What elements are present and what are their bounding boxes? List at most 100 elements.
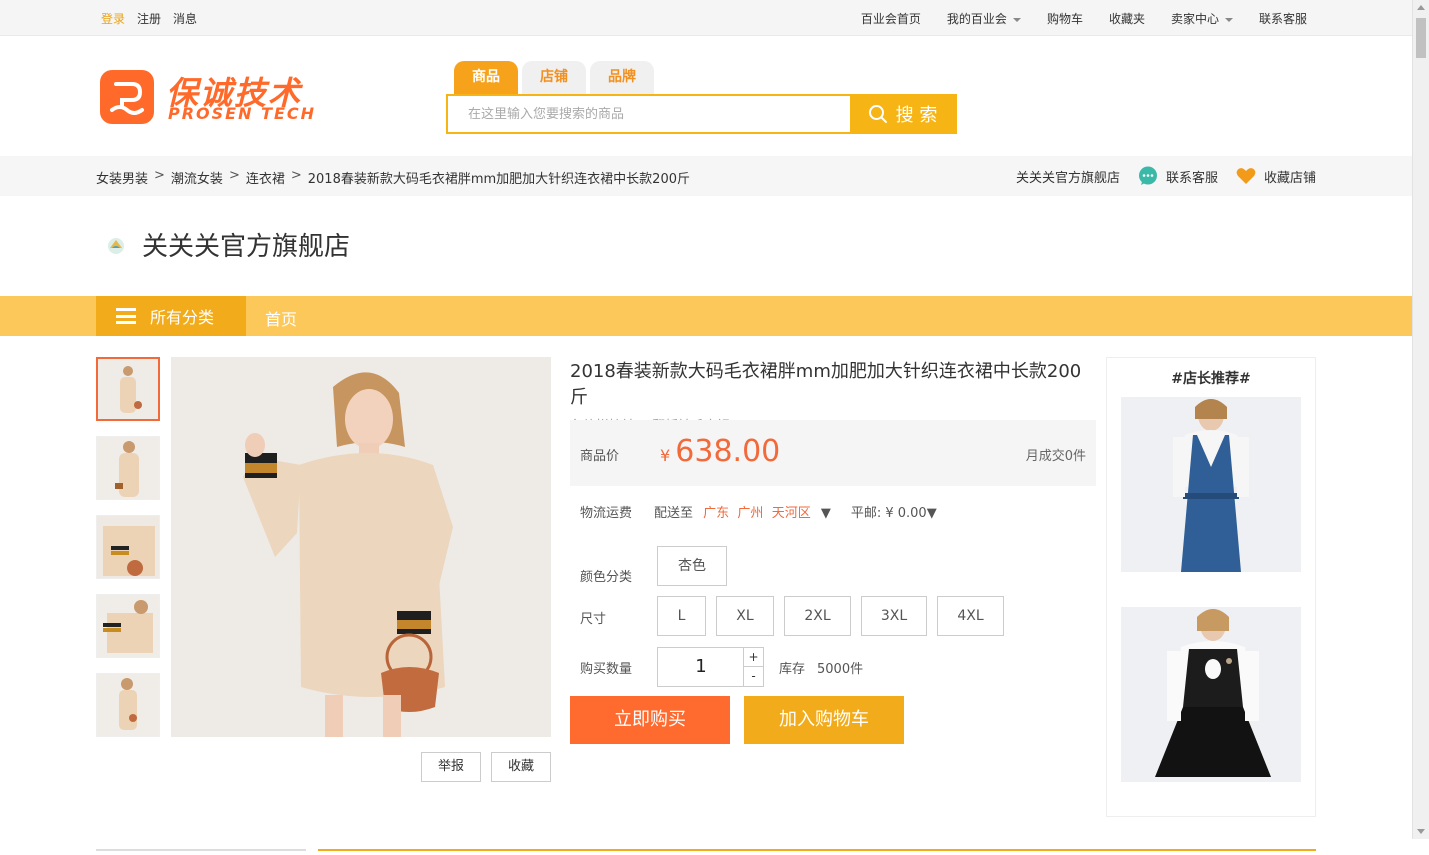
product-info: 2018春装新款大码毛衣裙胖mm加肥加大针织连衣裙中长款200斤 条纹拼接袖口 …	[570, 357, 1096, 744]
site-logo[interactable]: 保诚技术 PROSEN TECH	[100, 70, 320, 126]
price-label: 商品价	[580, 449, 620, 464]
favorites-link[interactable]: 收藏夹	[1109, 10, 1145, 27]
shipping-label: 物流运费	[580, 506, 633, 521]
scrollbar-thumb[interactable]	[1416, 18, 1426, 58]
product-thumbnail[interactable]	[96, 594, 160, 658]
cart-link[interactable]: 购物车	[1047, 10, 1083, 27]
add-to-cart-button[interactable]: 加入购物车	[744, 696, 904, 744]
chat-bubble-icon	[1138, 166, 1157, 185]
breadcrumb-item[interactable]: 潮流女装	[171, 168, 223, 187]
report-button[interactable]: 举报	[421, 752, 481, 782]
postage-selector[interactable]: 平邮: ¥ 0.00▼	[851, 502, 937, 521]
size-option[interactable]: L	[657, 596, 706, 636]
ship-to-label: 配送至	[654, 506, 694, 521]
contact-service-label: 联系客服	[1165, 170, 1218, 186]
size-option[interactable]: 4XL	[937, 596, 1004, 636]
search-button[interactable]: 搜 索	[850, 96, 955, 132]
home-link[interactable]: 百业会首页	[861, 10, 921, 27]
my-account-menu[interactable]: 我的百业会	[947, 10, 1021, 27]
store-actions: 关关关官方旗舰店 联系客服 收藏店铺	[1016, 166, 1316, 186]
search-tab-stores[interactable]: 店铺	[522, 61, 586, 95]
stock-label: 库存	[779, 662, 806, 677]
quantity-label: 购买数量	[580, 662, 633, 677]
customer-service-link[interactable]: 联系客服	[1259, 10, 1307, 27]
top-bar: 登录 注册 消息 百业会首页 我的百业会 购物车 收藏夹 卖家中心 联系客服	[0, 0, 1412, 36]
product-price: ¥ 638.00	[660, 434, 780, 469]
buy-now-button[interactable]: 立即购买	[570, 696, 730, 744]
login-link[interactable]: 登录	[101, 10, 125, 27]
product-thumbnail[interactable]	[96, 436, 160, 500]
shipping-row: 物流运费 配送至 广东 广州 天河区 ▼ 平邮: ¥ 0.00▼	[580, 502, 937, 521]
thumbnail-list	[96, 357, 160, 752]
logo-text-en: PROSEN TECH	[168, 104, 317, 123]
stock-info: 库存 5000件	[779, 658, 863, 677]
size-option[interactable]: XL	[716, 596, 774, 636]
logo-mark-icon	[100, 70, 154, 124]
color-option[interactable]: 杏色	[657, 546, 727, 586]
store-header: 关关关官方旗舰店	[106, 226, 350, 263]
breadcrumb-separator: >	[290, 168, 302, 183]
heart-icon	[1236, 168, 1256, 184]
favorite-store-button[interactable]: 收藏店铺	[1236, 167, 1316, 186]
location-caret-icon[interactable]: ▼	[821, 506, 831, 521]
search-tab-brands[interactable]: 品牌	[590, 61, 654, 95]
scroll-down-icon[interactable]	[1417, 829, 1425, 834]
breadcrumb-separator: >	[154, 168, 165, 183]
color-label: 颜色分类	[580, 570, 633, 585]
breadcrumb-separator: >	[228, 168, 240, 183]
search-icon	[868, 105, 887, 123]
breadcrumb-bar: 女装男装 > 潮流女装 > 连衣裙 > 2018春装新款大码毛衣裙胖mm加肥加大…	[0, 156, 1412, 196]
search-input[interactable]	[448, 96, 850, 132]
menu-icon	[116, 308, 136, 324]
search-box: 搜 索	[446, 94, 957, 134]
recommended-product[interactable]	[1121, 397, 1301, 572]
gallery-actions: 举报 收藏	[421, 752, 551, 782]
top-bar-right: 百业会首页 我的百业会 购物车 收藏夹 卖家中心 联系客服	[861, 10, 1307, 27]
top-bar-left: 登录 注册 消息	[101, 10, 197, 27]
nav-home-link[interactable]: 首页	[265, 306, 297, 330]
product-thumbnail[interactable]	[96, 673, 160, 737]
shop-recommend-panel: #店长推荐#	[1106, 357, 1316, 817]
search-button-label: 搜 索	[895, 105, 938, 126]
ship-destination: 配送至 广东 广州 天河区 ▼	[654, 502, 831, 521]
size-option[interactable]: 2XL	[784, 596, 851, 636]
quantity-stepper: 1 + -	[657, 647, 764, 687]
quantity-decrease-button[interactable]: -	[743, 667, 763, 686]
product-title: 2018春装新款大码毛衣裙胖mm加肥加大针织连衣裙中长款200斤	[570, 361, 1082, 408]
breadcrumb-item[interactable]: 女装男装	[96, 168, 148, 187]
store-link[interactable]: 关关关官方旗舰店	[1016, 167, 1120, 186]
scroll-up-icon[interactable]	[1417, 5, 1425, 10]
size-option[interactable]: 3XL	[861, 596, 927, 636]
favorite-store-label: 收藏店铺	[1263, 170, 1316, 186]
breadcrumb: 女装男装 > 潮流女装 > 连衣裙 > 2018春装新款大码毛衣裙胖mm加肥加大…	[96, 168, 690, 187]
header: 保诚技术 PROSEN TECH 商品 店铺 品牌 搜 索	[0, 36, 1412, 156]
search-tab-goods[interactable]: 商品	[454, 61, 518, 95]
category-nav: 所有分类 首页	[0, 296, 1412, 336]
product-thumbnail[interactable]	[96, 357, 160, 421]
messages-link[interactable]: 消息	[173, 10, 197, 27]
seller-center-menu[interactable]: 卖家中心	[1171, 10, 1233, 27]
quantity-increase-button[interactable]: +	[743, 648, 763, 667]
product-thumbnail[interactable]	[96, 515, 160, 579]
recommend-title: #店长推荐#	[1171, 371, 1251, 387]
all-categories-button[interactable]: 所有分类	[96, 296, 246, 336]
price-box: 商品价 ¥ 638.00 月成交0件	[570, 420, 1096, 486]
collect-button[interactable]: 收藏	[491, 752, 551, 782]
contact-service-button[interactable]: 联系客服	[1138, 166, 1218, 186]
register-link[interactable]: 注册	[137, 10, 161, 27]
search-tabs: 商品 店铺 品牌	[454, 61, 654, 95]
store-logo-icon	[108, 237, 124, 254]
page-scrollbar[interactable]	[1412, 0, 1429, 839]
product-main-image[interactable]	[171, 357, 551, 737]
stock-value: 5000件	[817, 662, 864, 677]
breadcrumb-current: 2018春装新款大码毛衣裙胖mm加肥加大针织连衣裙中长款200斤	[307, 172, 690, 187]
recommended-product[interactable]	[1121, 607, 1301, 782]
quantity-input[interactable]: 1	[658, 648, 744, 686]
ship-location-selector[interactable]: 广东 广州 天河区	[703, 506, 811, 521]
all-categories-label: 所有分类	[150, 308, 215, 327]
size-label: 尺寸	[580, 612, 607, 627]
breadcrumb-item[interactable]: 连衣裙	[246, 168, 285, 187]
store-name: 关关关官方旗舰店	[142, 232, 351, 262]
price-value: 638.00	[675, 434, 781, 469]
currency-symbol: ¥	[660, 446, 671, 465]
